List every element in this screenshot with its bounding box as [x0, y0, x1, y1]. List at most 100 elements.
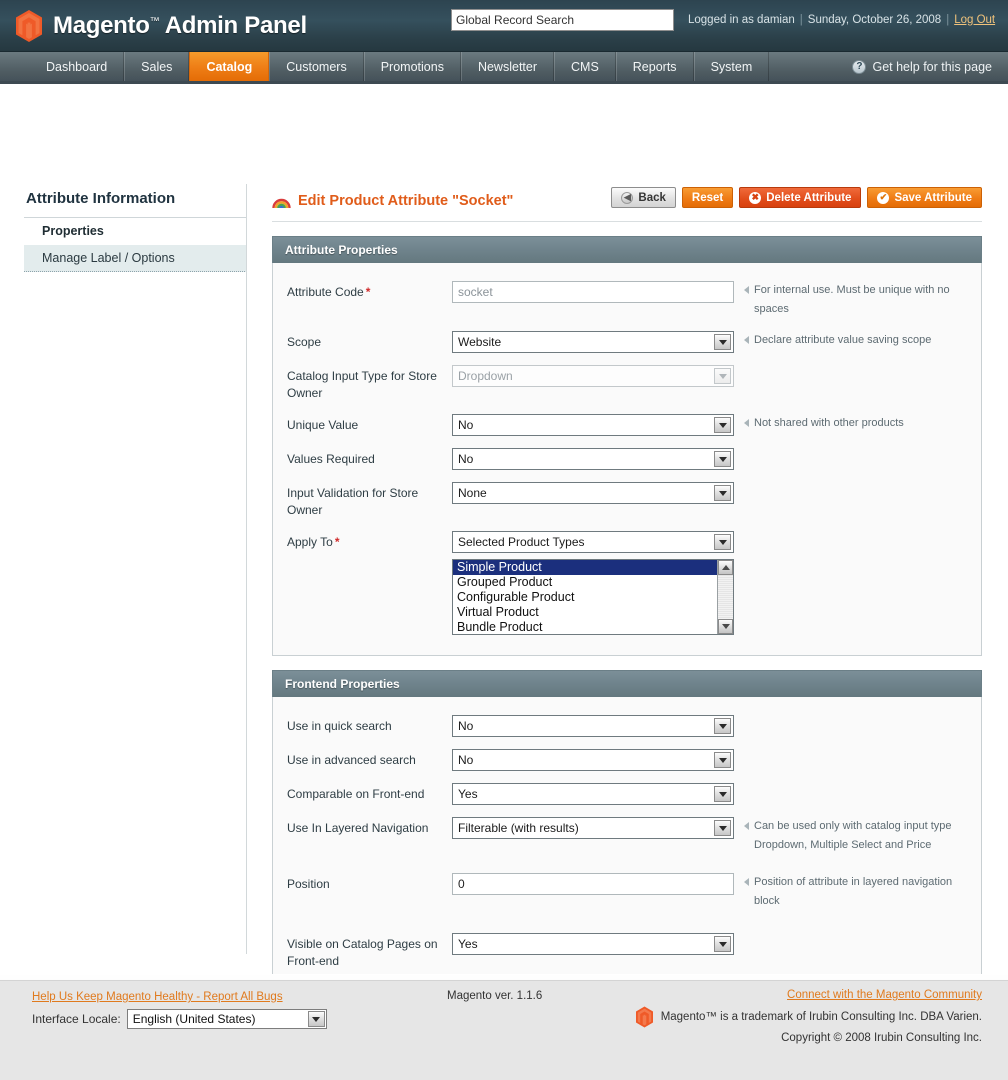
interface-locale-row: Interface Locale: English (United States… — [32, 1009, 327, 1029]
logout-link[interactable]: Log Out — [954, 14, 995, 26]
brand-suffix: Admin Panel — [164, 11, 307, 39]
attribute-properties-heading: Attribute Properties — [272, 236, 982, 263]
multiselect-scrollbar[interactable] — [717, 560, 733, 634]
control-position — [452, 873, 734, 895]
nav-item-dashboard[interactable]: Dashboard — [30, 52, 125, 81]
unique-value-select[interactable]: No — [452, 414, 734, 436]
label-advanced-search: Use in advanced search — [287, 753, 416, 767]
comparable-select[interactable]: Yes — [452, 783, 734, 805]
note-arrow-icon — [744, 336, 749, 344]
delete-attribute-button[interactable]: ✖ Delete Attribute — [739, 187, 862, 208]
control-scope: Website — [452, 331, 734, 353]
chevron-down-icon — [714, 820, 731, 836]
community-link[interactable]: Connect with the Magento Community — [635, 989, 982, 1001]
chevron-down-icon — [307, 1011, 325, 1027]
sidebar-item-properties[interactable]: Properties — [24, 218, 247, 244]
note-arrow-icon — [744, 286, 749, 294]
apply-to-select-value: Selected Product Types — [458, 535, 585, 549]
label-scope: Scope — [287, 335, 322, 349]
visible-catalog-pages-select[interactable]: Yes — [452, 933, 734, 955]
chevron-down-icon — [714, 485, 731, 501]
nav-item-catalog[interactable]: Catalog — [189, 52, 270, 81]
nav-item-sales[interactable]: Sales — [124, 52, 190, 81]
input-validation-select[interactable]: None — [452, 482, 734, 504]
page-body: Attribute Information Properties Manage … — [0, 84, 1008, 1064]
header-session-info: Logged in as damian | Sunday, October 26, … — [688, 14, 995, 26]
catalog-input-type-value: Dropdown — [458, 369, 513, 383]
nav-item-customers[interactable]: Customers — [269, 52, 364, 81]
required-marker-attribute-code: * — [365, 285, 371, 299]
field-values-required: Values Required No — [287, 448, 967, 470]
attribute-code-input[interactable] — [452, 281, 734, 303]
magento-version: Magento ver. 1.1.6 — [447, 990, 543, 1002]
top-header: Magento™ Admin Panel Logged in as damian… — [0, 0, 1008, 52]
apply-to-product-types-multiselect[interactable]: Simple Product Grouped Product Configura… — [452, 559, 734, 635]
advanced-search-select[interactable]: No — [452, 749, 734, 771]
nav-item-newsletter[interactable]: Newsletter — [460, 52, 554, 81]
product-type-option-configurable[interactable]: Configurable Product — [453, 590, 733, 605]
label-attribute-code: Attribute Code * — [287, 281, 452, 301]
title-divider — [272, 221, 982, 222]
label-comparable: Comparable on Front-end — [287, 787, 425, 801]
get-help-link[interactable]: ? Get help for this page — [852, 52, 992, 81]
chevron-down-icon — [714, 451, 731, 467]
note-layered-navigation: Can be used only with catalog input type… — [744, 817, 967, 855]
label-position: Position — [287, 877, 330, 891]
brand-logo[interactable]: Magento™ Admin Panel — [14, 9, 307, 43]
nav-item-cms[interactable]: CMS — [554, 52, 616, 81]
label-apply-to: Apply To * — [287, 531, 452, 551]
product-type-option-virtual[interactable]: Virtual Product — [453, 605, 733, 620]
field-apply-to: Apply To * Selected Product Types — [287, 531, 967, 553]
field-quick-search: Use in quick search No — [287, 715, 967, 737]
advanced-search-select-value: No — [458, 753, 474, 767]
chevron-down-icon — [714, 936, 731, 952]
field-layered-navigation: Use In Layered Navigation Filterable (wi… — [287, 817, 967, 855]
scroll-up-icon[interactable] — [718, 560, 733, 575]
apply-to-select[interactable]: Selected Product Types — [452, 531, 734, 553]
chevron-down-icon — [714, 417, 731, 433]
sidebar-item-manage-label-options[interactable]: Manage Label / Options — [24, 244, 247, 272]
comparable-select-value: Yes — [458, 787, 478, 801]
product-type-option-grouped[interactable]: Grouped Product — [453, 575, 733, 590]
nav-item-reports[interactable]: Reports — [615, 52, 694, 81]
chevron-down-icon — [714, 534, 731, 550]
report-bugs-link[interactable]: Help Us Keep Magento Healthy - Report Al… — [32, 991, 283, 1003]
attribute-properties-body: Attribute Code* For internal use. Must b… — [272, 263, 982, 656]
unique-value-select-value: No — [458, 418, 474, 432]
interface-locale-value: English (United States) — [132, 1012, 256, 1026]
control-quick-search: No — [452, 715, 734, 737]
current-date: Sunday, October 26, 2008 — [807, 14, 942, 26]
reset-button[interactable]: Reset — [681, 187, 734, 208]
product-type-option-bundle[interactable]: Bundle Product — [453, 620, 733, 634]
footer-left: Help Us Keep Magento Healthy - Report Al… — [32, 989, 327, 1029]
copyright-text: Copyright © 2008 Irubin Consulting Inc. — [781, 1032, 982, 1044]
delete-circle-icon: ✖ — [749, 191, 762, 204]
layered-navigation-select-value: Filterable (with results) — [458, 821, 579, 835]
nav-item-promotions[interactable]: Promotions — [363, 52, 461, 81]
position-input[interactable] — [452, 873, 734, 895]
note-unique-value-text: Not shared with other products — [754, 417, 904, 429]
field-advanced-search: Use in advanced search No — [287, 749, 967, 771]
quick-search-select-value: No — [458, 719, 474, 733]
field-unique-value: Unique Value No Not shared with other pr… — [287, 414, 967, 436]
scrollbar-track[interactable] — [718, 575, 733, 619]
nav-item-system[interactable]: System — [693, 52, 770, 81]
product-type-option-simple[interactable]: Simple Product — [453, 560, 733, 575]
global-search-input[interactable] — [451, 9, 674, 31]
question-mark-icon: ? — [852, 59, 867, 74]
interface-locale-select[interactable]: English (United States) — [126, 1009, 327, 1029]
save-attribute-button[interactable]: ✔ Save Attribute — [867, 187, 982, 208]
layered-navigation-select[interactable]: Filterable (with results) — [452, 817, 734, 839]
nav-item-list: Dashboard Sales Catalog Customers Promot… — [30, 52, 770, 81]
quick-search-select[interactable]: No — [452, 715, 734, 737]
sidebar-divider — [246, 184, 247, 954]
label-attribute-code-text: Attribute Code — [287, 285, 364, 299]
control-comparable: Yes — [452, 783, 734, 805]
values-required-select[interactable]: No — [452, 448, 734, 470]
scope-select[interactable]: Website — [452, 331, 734, 353]
chevron-down-icon — [714, 786, 731, 802]
scroll-down-icon[interactable] — [718, 619, 733, 634]
back-button[interactable]: ◀ Back — [611, 187, 676, 208]
control-values-required: No — [452, 448, 734, 470]
note-scope: Declare attribute value saving scope — [744, 331, 931, 350]
